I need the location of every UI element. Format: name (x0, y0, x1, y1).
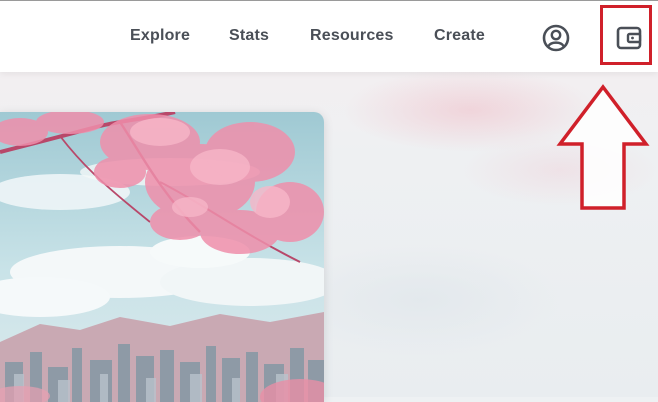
hero-image (0, 112, 324, 402)
account-circle-icon[interactable] (541, 23, 571, 53)
annotation-highlight-box (600, 5, 652, 65)
nav-resources[interactable]: Resources (310, 27, 394, 45)
nav-create[interactable]: Create (434, 27, 485, 45)
nav-stats[interactable]: Stats (229, 27, 269, 45)
annotation-arrow-up-icon (556, 84, 650, 212)
nav-explore[interactable]: Explore (130, 27, 190, 45)
top-navbar: Explore Stats Resources Create (0, 0, 658, 72)
